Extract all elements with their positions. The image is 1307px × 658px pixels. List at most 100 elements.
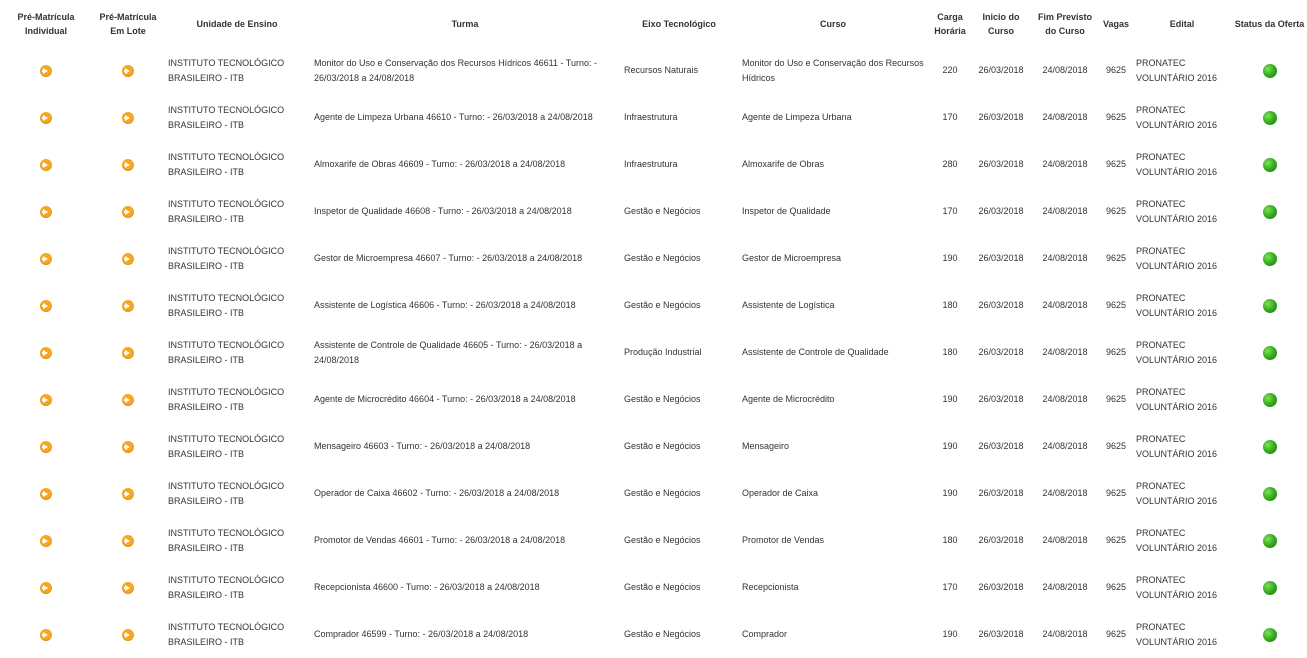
cell-unidade: INSTITUTO TECNOLÓGICO BRASILEIRO - ITB <box>168 574 285 600</box>
cell-vagas: 9625 <box>1105 582 1127 592</box>
pre-matricula-lote-button[interactable] <box>122 487 134 500</box>
cell-eixo: Gestão e Negócios <box>624 206 701 216</box>
status-dot-icon <box>1262 110 1277 125</box>
pre-matricula-lote-button[interactable] <box>122 64 134 77</box>
pre-matricula-lote-cell <box>92 141 164 188</box>
pre-matricula-individual-button[interactable] <box>40 581 52 594</box>
status-dot-icon <box>1262 204 1277 219</box>
pre-matricula-lote-button[interactable] <box>122 440 134 453</box>
cell-fim: 24/08/2018 <box>1042 112 1088 122</box>
pre-matricula-individual-cell <box>0 376 92 423</box>
header-status: Status da Oferta <box>1234 18 1305 29</box>
cell-eixo: Gestão e Negócios <box>624 300 701 310</box>
cell-vagas: 9625 <box>1105 65 1127 75</box>
pre-matricula-individual-button[interactable] <box>40 158 52 171</box>
cell-unidade: INSTITUTO TECNOLÓGICO BRASILEIRO - ITB <box>168 57 285 83</box>
pre-matricula-individual-button[interactable] <box>40 252 52 265</box>
cell-turma: Almoxarife de Obras 46609 - Turno: - 26/… <box>314 159 566 169</box>
cell-eixo: Infraestrutura <box>624 159 678 169</box>
pre-matricula-lote-button[interactable] <box>122 346 134 359</box>
pre-matricula-lote-button[interactable] <box>122 205 134 218</box>
cell-turma: Operador de Caixa 46602 - Turno: - 26/03… <box>314 488 560 498</box>
pre-matricula-lote-cell <box>92 94 164 141</box>
pre-matricula-individual-button[interactable] <box>40 534 52 547</box>
cell-turma: Assistente de Controle de Qualidade 4660… <box>314 339 583 365</box>
cell-vagas: 9625 <box>1105 112 1127 122</box>
status-cell <box>1232 517 1307 564</box>
pre-matricula-lote-button[interactable] <box>122 393 134 406</box>
cell-inicio: 26/03/2018 <box>978 300 1024 310</box>
pre-matricula-lote-button[interactable] <box>122 534 134 547</box>
status-cell <box>1232 376 1307 423</box>
cell-inicio: 26/03/2018 <box>978 159 1024 169</box>
pre-matricula-lote-cell <box>92 282 164 329</box>
pre-matricula-individual-button[interactable] <box>40 205 52 218</box>
cell-inicio: 26/03/2018 <box>978 112 1024 122</box>
header-pre-matricula-individual: Pré-Matrícula Individual <box>17 11 75 36</box>
cell-curso: Agente de Microcrédito <box>742 394 835 404</box>
cell-curso: Inspetor de Qualidade <box>742 206 831 216</box>
cell-vagas: 9625 <box>1105 488 1127 498</box>
pre-matricula-individual-button[interactable] <box>40 628 52 641</box>
status-cell <box>1232 423 1307 470</box>
cell-fim: 24/08/2018 <box>1042 300 1088 310</box>
pre-matricula-individual-cell <box>0 517 92 564</box>
status-cell <box>1232 188 1307 235</box>
cell-eixo: Gestão e Negócios <box>624 394 701 404</box>
cell-turma: Inspetor de Qualidade 46608 - Turno: - 2… <box>314 206 572 216</box>
cell-fim: 24/08/2018 <box>1042 488 1088 498</box>
cell-vagas: 9625 <box>1105 159 1127 169</box>
cell-vagas: 9625 <box>1105 347 1127 357</box>
status-cell <box>1232 470 1307 517</box>
cell-curso: Assistente de Controle de Qualidade <box>742 347 889 357</box>
header-pre-matricula-lote: Pré-Matrícula Em Lote <box>99 11 157 36</box>
pre-matricula-individual-button[interactable] <box>40 440 52 453</box>
pre-matricula-individual-button[interactable] <box>40 346 52 359</box>
cell-eixo: Gestão e Negócios <box>624 582 701 592</box>
pre-matricula-individual-button[interactable] <box>40 299 52 312</box>
table-row: INSTITUTO TECNOLÓGICO BRASILEIRO - ITB Mo… <box>0 47 1307 94</box>
cell-curso: Assistente de Logística <box>742 300 835 310</box>
cell-turma: Agente de Limpeza Urbana 46610 - Turno: … <box>314 112 593 122</box>
pre-matricula-lote-button[interactable] <box>122 252 134 265</box>
table-row: INSTITUTO TECNOLÓGICO BRASILEIRO - ITB Al… <box>0 141 1307 188</box>
cell-turma: Recepcionista 46600 - Turno: - 26/03/201… <box>314 582 540 592</box>
pre-matricula-individual-cell <box>0 188 92 235</box>
table-row: INSTITUTO TECNOLÓGICO BRASILEIRO - ITB In… <box>0 188 1307 235</box>
cell-vagas: 9625 <box>1105 394 1127 404</box>
cell-fim: 24/08/2018 <box>1042 159 1088 169</box>
cell-curso: Promotor de Vendas <box>742 535 825 545</box>
cell-unidade: INSTITUTO TECNOLÓGICO BRASILEIRO - ITB <box>168 151 285 177</box>
pre-matricula-lote-button[interactable] <box>122 111 134 124</box>
cell-eixo: Infraestrutura <box>624 112 678 122</box>
table-row: INSTITUTO TECNOLÓGICO BRASILEIRO - ITB Pr… <box>0 517 1307 564</box>
pre-matricula-lote-button[interactable] <box>122 581 134 594</box>
status-cell <box>1232 564 1307 611</box>
pre-matricula-lote-button[interactable] <box>122 628 134 641</box>
status-cell <box>1232 141 1307 188</box>
pre-matricula-individual-button[interactable] <box>40 393 52 406</box>
pre-matricula-individual-cell <box>0 329 92 376</box>
status-dot-icon <box>1262 251 1277 266</box>
status-cell <box>1232 282 1307 329</box>
cell-fim: 24/08/2018 <box>1042 394 1088 404</box>
status-cell <box>1232 235 1307 282</box>
cell-edital: PRONATEC VOLUNTÁRIO 2016 <box>1136 574 1218 600</box>
table-row: INSTITUTO TECNOLÓGICO BRASILEIRO - ITB Op… <box>0 470 1307 517</box>
pre-matricula-lote-button[interactable] <box>122 158 134 171</box>
cell-vagas: 9625 <box>1105 206 1127 216</box>
pre-matricula-lote-cell <box>92 423 164 470</box>
table-body: INSTITUTO TECNOLÓGICO BRASILEIRO - ITB Mo… <box>0 47 1307 658</box>
pre-matricula-individual-button[interactable] <box>40 111 52 124</box>
cell-inicio: 26/03/2018 <box>978 347 1024 357</box>
pre-matricula-lote-cell <box>92 376 164 423</box>
pre-matricula-individual-cell <box>0 94 92 141</box>
pre-matricula-lote-button[interactable] <box>122 299 134 312</box>
pre-matricula-individual-button[interactable] <box>40 64 52 77</box>
pre-matricula-individual-button[interactable] <box>40 487 52 500</box>
cell-carga: 190 <box>942 441 958 451</box>
status-dot-icon <box>1262 627 1277 642</box>
pre-matricula-lote-cell <box>92 564 164 611</box>
cell-carga: 170 <box>942 112 958 122</box>
cell-inicio: 26/03/2018 <box>978 65 1024 75</box>
